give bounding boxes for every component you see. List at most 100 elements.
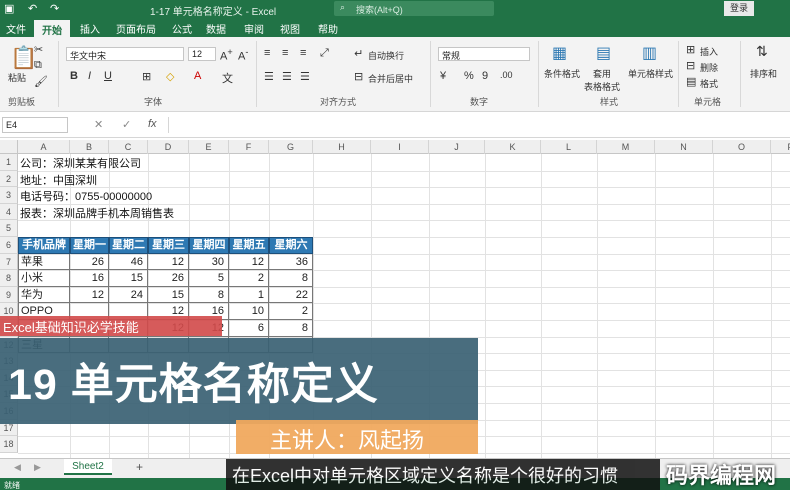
sales-cell[interactable]: 2: [229, 270, 269, 287]
column-header[interactable]: D: [148, 140, 189, 154]
search-input[interactable]: ⌕ 搜索(Alt+Q): [334, 1, 494, 16]
column-header[interactable]: I: [371, 140, 429, 154]
align-top-icon[interactable]: ≡: [264, 47, 270, 59]
column-header[interactable]: A: [18, 140, 70, 154]
row-header[interactable]: 6: [0, 237, 18, 254]
format-cells-button[interactable]: 格式: [700, 77, 718, 90]
row-header[interactable]: 8: [0, 270, 18, 287]
row-header[interactable]: 4: [0, 203, 18, 221]
tab-page-layout[interactable]: 页面布局: [116, 21, 156, 36]
column-header[interactable]: M: [597, 140, 655, 154]
align-left-icon[interactable]: ☰: [264, 70, 274, 83]
format-painter-icon[interactable]: 🖌: [34, 75, 48, 88]
column-header[interactable]: J: [429, 140, 485, 154]
underline-icon[interactable]: U: [104, 70, 112, 82]
copy-icon[interactable]: ⧉: [34, 59, 42, 72]
column-header[interactable]: P: [771, 140, 790, 154]
insert-function-button[interactable]: fx: [148, 118, 157, 130]
sales-cell[interactable]: 22: [269, 286, 313, 304]
sales-cell[interactable]: 10: [229, 303, 269, 320]
row-header[interactable]: 5: [0, 220, 18, 237]
cell-styles-icon[interactable]: ▥: [642, 43, 657, 63]
bold-icon[interactable]: B: [70, 70, 78, 82]
table-header-cell[interactable]: 星期一: [70, 237, 109, 254]
row-header[interactable]: 3: [0, 187, 18, 204]
column-header[interactable]: K: [485, 140, 541, 154]
sales-cell[interactable]: 26: [70, 253, 109, 271]
select-all-corner[interactable]: [0, 140, 18, 154]
sales-cell[interactable]: 12: [229, 253, 269, 271]
tab-help[interactable]: 帮助: [318, 21, 338, 36]
phonetic-icon[interactable]: 文: [222, 70, 233, 86]
row-header[interactable]: 7: [0, 253, 18, 271]
delete-cells-button[interactable]: 删除: [700, 61, 718, 74]
table-header-cell[interactable]: 星期五: [229, 237, 269, 254]
align-center-icon[interactable]: ☰: [282, 70, 292, 83]
comma-icon[interactable]: 9: [482, 70, 488, 82]
border-icon[interactable]: ⊞: [142, 70, 151, 83]
font-name-select[interactable]: 华文中宋: [66, 47, 184, 61]
tab-review[interactable]: 审阅: [244, 21, 264, 36]
column-header[interactable]: O: [713, 140, 771, 154]
prev-sheet-icon[interactable]: ◀: [14, 462, 21, 473]
sales-cell[interactable]: 36: [269, 253, 313, 271]
row-header[interactable]: 2: [0, 170, 18, 188]
align-right-icon[interactable]: ☰: [300, 70, 310, 83]
cut-icon[interactable]: ✂: [34, 43, 43, 56]
cell-styles-button[interactable]: 单元格样式: [628, 67, 673, 80]
redo-icon[interactable]: ↷: [50, 2, 59, 15]
formula-input[interactable]: [168, 117, 790, 133]
sales-cell[interactable]: 46: [109, 253, 148, 271]
currency-icon[interactable]: ¥: [440, 70, 446, 82]
brand-cell[interactable]: 华为: [18, 286, 70, 304]
enter-icon[interactable]: ✓: [122, 118, 131, 131]
info-cell[interactable]: 公司：深圳某某有限公司: [20, 155, 141, 171]
tab-home[interactable]: 开始: [34, 20, 70, 37]
row-header[interactable]: 18: [0, 436, 18, 453]
sheet-tab-sheet2[interactable]: Sheet2: [64, 459, 112, 475]
name-box[interactable]: E4: [2, 117, 68, 133]
decrease-font-icon[interactable]: A-: [238, 47, 248, 63]
column-header[interactable]: C: [109, 140, 148, 154]
sales-cell[interactable]: 5: [189, 270, 229, 287]
info-cell[interactable]: 电话号码：0755-00000000: [20, 188, 152, 204]
table-header-cell[interactable]: 星期六: [269, 237, 313, 254]
sort-filter-button[interactable]: 排序和: [750, 67, 777, 80]
brand-cell[interactable]: 苹果: [18, 253, 70, 271]
sales-cell[interactable]: 15: [109, 270, 148, 287]
undo-icon[interactable]: ↶: [28, 2, 37, 15]
column-header[interactable]: L: [541, 140, 597, 154]
column-header[interactable]: H: [313, 140, 371, 154]
align-middle-icon[interactable]: ≡: [282, 47, 288, 59]
format-cells-icon[interactable]: ▤: [686, 75, 696, 88]
sales-cell[interactable]: 2: [269, 303, 313, 320]
sales-cell[interactable]: 8: [189, 286, 229, 304]
align-bottom-icon[interactable]: ≡: [300, 47, 306, 59]
conditional-format-button[interactable]: 条件格式: [544, 67, 580, 80]
percent-icon[interactable]: %: [464, 70, 474, 82]
sales-cell[interactable]: 24: [109, 286, 148, 304]
add-sheet-button[interactable]: +: [136, 460, 143, 474]
cancel-icon[interactable]: ✕: [94, 118, 103, 131]
sales-cell[interactable]: 12: [148, 253, 189, 271]
increase-font-icon[interactable]: A+: [220, 47, 233, 63]
insert-cells-icon[interactable]: ⊞: [686, 43, 695, 56]
column-header[interactable]: F: [229, 140, 269, 154]
tab-formulas[interactable]: 公式: [172, 21, 192, 36]
login-button[interactable]: 登录: [724, 1, 754, 16]
orientation-icon[interactable]: ⤢: [320, 47, 329, 60]
wrap-text-icon[interactable]: ↵: [354, 47, 363, 60]
tab-insert[interactable]: 插入: [80, 21, 100, 36]
row-header[interactable]: 9: [0, 286, 18, 304]
table-format-button[interactable]: 套用 表格格式: [584, 67, 620, 93]
wrap-text-button[interactable]: 自动换行: [368, 49, 404, 62]
row-header[interactable]: 1: [0, 154, 18, 171]
sales-cell[interactable]: 26: [148, 270, 189, 287]
table-format-icon[interactable]: ▤: [596, 43, 611, 63]
table-header-cell[interactable]: 手机品牌: [18, 237, 70, 254]
tab-data[interactable]: 数据: [206, 21, 226, 36]
sales-cell[interactable]: 16: [70, 270, 109, 287]
sales-cell[interactable]: 8: [269, 270, 313, 287]
column-header[interactable]: B: [70, 140, 109, 154]
italic-icon[interactable]: I: [88, 70, 91, 82]
